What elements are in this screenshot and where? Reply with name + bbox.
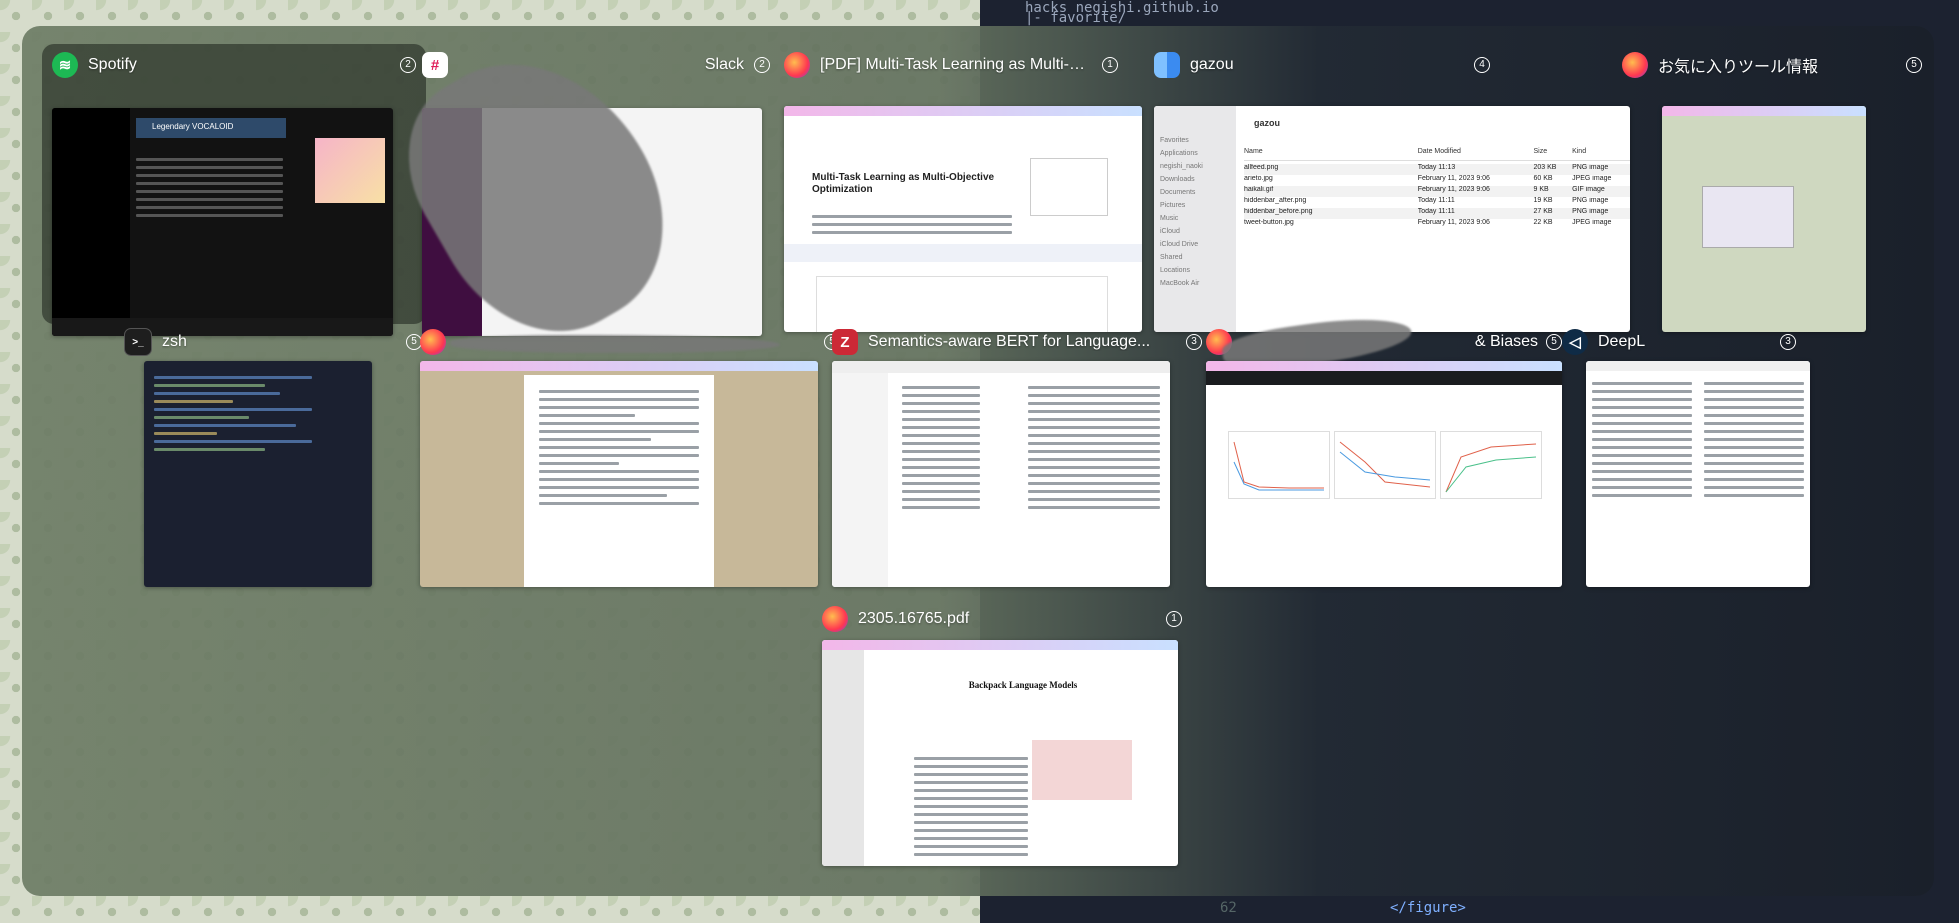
window-slack[interactable]: # Slack 2 [374,26,774,371]
finder-cell-date: Today 11:13 [1417,164,1456,171]
window-title: [PDF] Multi-Task Learning as Multi-Objec… [820,56,1094,73]
spotify-playlist-name: Legendary VOCALOID [152,122,234,131]
finder-file-row: allfeed.png Today 11:13 203 KB PNG image [1244,164,1630,175]
window-title: Spotify [88,56,137,73]
pdf-paper-title: Backpack Language Models [968,680,1078,690]
finder-cell-size: 22 KB [1533,219,1553,226]
finder-file-row: tweet-button.jpg February 11, 2023 9:06 22… [1244,219,1630,230]
deepl-icon: ◁ [1562,329,1588,355]
window-deepl[interactable]: ◁ DeepL 3 [1562,321,1892,601]
window-finder-gazou[interactable]: gazou 4 Favorites Applications negishi_nao… [1132,44,1630,332]
slack-icon: # [422,52,448,78]
finder-sidebar-item: Locations [1160,267,1190,274]
terminal-icon: >_ [124,328,152,356]
paper-title-text: Multi-Task Learning as Multi-Objective O… [812,172,995,195]
window-title: DeepL [1598,333,1646,350]
firefox-icon [420,329,446,355]
finder-cell-name: haikali.gif [1244,186,1274,193]
window-spotify[interactable]: ≋ Spotify 2 Legendary VOCALOID [42,44,426,336]
finder-sidebar-item: Favorites [1160,137,1189,144]
pdf-thumbnail: Backpack Language Models [822,640,1178,866]
finder-column-header: Size [1533,148,1548,155]
spotify-icon: ≋ [52,52,78,78]
terminal-thumbnail [144,361,372,587]
window-zotero-bert[interactable]: Z Semantics-aware BERT for Language... 3 [832,321,1202,601]
finder-column-header: Name [1244,148,1263,155]
zotero-icon: Z [832,329,858,355]
finder-sidebar-item: Applications [1160,150,1198,157]
finder-cell-date: February 11, 2023 9:06 [1417,186,1490,193]
window-title: Semantics-aware BERT for Language... [868,333,1151,350]
window-count-badge: 5 [1546,334,1562,350]
window-count-badge: 1 [1166,611,1182,627]
window-firefox-wandb[interactable]: & Biases 5 [1182,309,1562,601]
finder-sidebar-item: Documents [1160,189,1196,196]
finder-cell-date: Today 11:11 [1417,197,1455,204]
wandb-chart-2 [1339,441,1431,488]
wandb-chart-1 [1233,441,1324,491]
deepl-thumbnail [1586,361,1810,587]
firefox-icon [1622,52,1648,78]
finder-file-row: hiddenbar_after.png Today 11:11 19 KB PNG i… [1244,197,1630,208]
finder-sidebar-item: iCloud [1160,228,1180,235]
zotero-paper-thumbnail [832,361,1170,587]
finder-cell-date: February 11, 2023 9:06 [1417,219,1490,226]
firefox-document-thumbnail [420,361,818,587]
finder-cell-date: February 11, 2023 9:06 [1417,175,1490,182]
window-count-badge: 3 [1780,334,1796,350]
favorite-tools-thumbnail [1662,106,1866,332]
window-firefox-redacted[interactable]: 5 [420,321,840,601]
window-pdf-2305-16765[interactable]: 2305.16765.pdf 1 Backpack Language Model… [802,598,1182,888]
finder-cell-date: Today 11:11 [1417,208,1455,215]
window-title: お気に入りツール情報 [1658,59,1819,76]
firefox-icon [784,52,810,78]
finder-sidebar-item: Pictures [1160,202,1186,209]
window-firefox-favorite-tools[interactable]: お気に入りツール情報 5 [1622,44,1922,332]
spotify-thumbnail: Legendary VOCALOID [52,108,393,336]
finder-cell-size: 27 KB [1533,208,1553,215]
finder-cell-name: hiddenbar_before.png [1244,208,1313,215]
finder-sidebar-item: negishi_naoki [1160,163,1203,170]
bg-code-line: </figure> [1390,900,1466,916]
finder-sidebar-item: MacBook Air [1160,280,1200,287]
finder-sidebar-item: Shared [1160,254,1183,261]
window-count-badge: 1 [1102,57,1118,73]
bg-code-line: |- favorite/ [1025,10,1127,26]
redaction-scribble [450,335,780,353]
window-title: 2305.16765.pdf [858,610,970,627]
finder-sidebar-item: Music [1160,215,1179,222]
wandb-thumbnail [1206,361,1562,587]
window-terminal-zsh[interactable]: >_ zsh 5 [122,321,422,601]
bg-line-number: 62 [1220,900,1237,916]
finder-folder-title: gazou [1254,118,1280,128]
finder-sidebar-item: Downloads [1160,176,1195,183]
finder-cell-size: 203 KB [1533,164,1557,171]
finder-column-header: Date Modified [1417,148,1461,155]
window-title: zsh [162,333,187,350]
finder-cell-name: arieto.jpg [1244,175,1273,182]
finder-icon [1154,52,1180,78]
finder-thumbnail: Favorites Applications negishi_naoki Downlo… [1154,106,1630,332]
finder-cell-name: allfeed.png [1244,164,1279,171]
finder-cell-name: tweet-button.jpg [1244,219,1294,226]
finder-file-row: hiddenbar_before.png Today 11:11 27 KB PNG … [1244,208,1630,219]
firefox-paper-thumbnail: Multi-Task Learning as Multi-Objective O… [784,106,1142,332]
finder-cell-size: 60 KB [1533,175,1553,182]
finder-cell-size: 19 KB [1533,197,1553,204]
mission-control-window-switcher: ≋ Spotify 2 Legendary VOCALOID # Slack 2… [22,26,1934,896]
window-firefox-pdf[interactable]: [PDF] Multi-Task Learning as Multi-Objec… [760,44,1142,332]
window-count-badge: 4 [1474,57,1490,73]
finder-file-row: arieto.jpg February 11, 2023 9:06 60 KB JPE… [1244,175,1630,186]
finder-cell-size: 9 KB [1533,186,1549,193]
window-count-badge: 5 [1906,57,1922,73]
window-title: gazou [1190,56,1234,73]
finder-sidebar-item: iCloud Drive [1160,241,1199,248]
finder-cell-name: hiddenbar_after.png [1244,197,1307,204]
firefox-icon [822,606,848,632]
finder-file-row: haikali.gif February 11, 2023 9:06 9 KB GIF… [1244,186,1630,197]
wandb-chart-3 [1445,443,1537,493]
